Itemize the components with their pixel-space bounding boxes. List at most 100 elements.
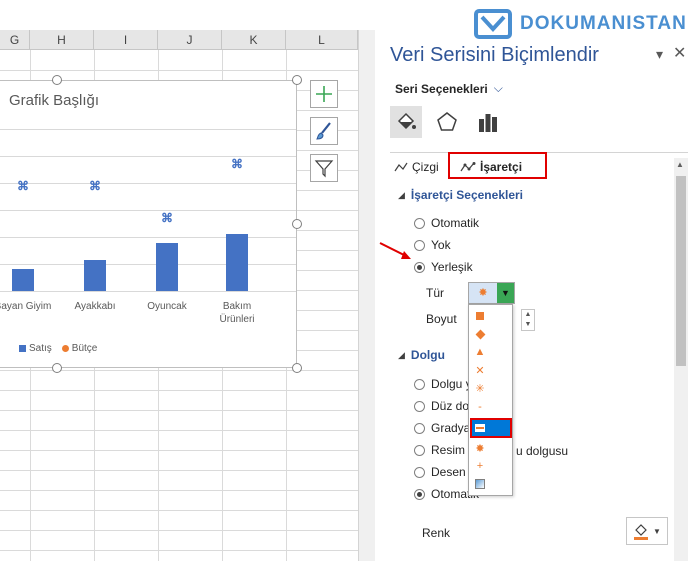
legend-label: Satış	[29, 343, 52, 354]
line-icon	[394, 162, 408, 172]
chart-area[interactable]: Grafik Başlığı ⌘ ⌘ ⌘ ⌘ Bayan Giyim Ayakkabı O…	[0, 80, 297, 368]
worksheet[interactable]: G H I J K L Grafik Başlığı ⌘ ⌘ ⌘ ⌘ Bayan Gi…	[0, 0, 358, 561]
diamond-marker-option[interactable]	[473, 327, 487, 341]
marker-butce-1[interactable]: ⌘	[89, 180, 101, 192]
radio-button[interactable]	[414, 400, 425, 412]
bar-satis-2[interactable]	[156, 243, 178, 291]
radio-pattern-fill[interactable]: Desen d	[414, 465, 476, 479]
radio-button-selected[interactable]	[414, 488, 425, 500]
color-picker-button[interactable]: ▼	[626, 517, 668, 545]
radio-button[interactable]	[414, 466, 425, 478]
bar-satis-1[interactable]	[84, 259, 106, 291]
grid-line	[0, 450, 358, 451]
square-marker-option[interactable]	[473, 309, 487, 323]
gridline	[0, 129, 296, 130]
vertical-scrollbar[interactable]	[358, 30, 375, 561]
radio-button[interactable]	[414, 422, 425, 434]
legend-swatch	[61, 345, 69, 352]
plus-marker-option[interactable]: +	[473, 459, 487, 473]
fill-heading: Dolgu	[410, 348, 445, 362]
paint-bucket-icon	[397, 112, 416, 130]
radio-label: Düz dol	[431, 399, 472, 413]
scroll-up-icon[interactable]: ▲	[676, 160, 684, 169]
gridline	[0, 183, 296, 184]
picture-marker-option[interactable]	[473, 477, 487, 491]
bar-satis-0[interactable]	[12, 268, 34, 291]
grid-line	[0, 430, 358, 431]
circle-marker-option[interactable]: ✸	[473, 441, 487, 455]
category-label: Ayakkabı	[74, 301, 116, 312]
chart-styles-button[interactable]	[310, 117, 338, 145]
selected-marker-option[interactable]	[470, 418, 512, 438]
marker-type-value-icon: ✸	[469, 283, 497, 303]
paint-bucket-icon	[634, 524, 649, 540]
category-label: Oyuncak	[147, 301, 187, 312]
grid-line	[0, 470, 358, 471]
series-options-label: Seri Seçenekleri	[395, 81, 488, 96]
effects-category[interactable]	[433, 108, 461, 136]
radio-picture-fill[interactable]: Resim y	[414, 443, 474, 457]
radio-button[interactable]	[414, 217, 425, 229]
chevron-down-icon[interactable]: ▼	[497, 283, 514, 303]
brand-logo: DOKUMANISTAN	[474, 4, 690, 42]
column-header-h[interactable]: H	[30, 30, 94, 50]
resize-handle[interactable]	[52, 363, 62, 373]
tab-marker[interactable]: İşaretçi	[460, 160, 522, 174]
pane-title: Veri Serisini Biçimlendir	[390, 44, 599, 66]
marker-type-dropdown-list[interactable]: ▲ ✕ ✳ - ✸ +	[468, 304, 513, 496]
chart-elements-button[interactable]	[310, 80, 338, 108]
chart-title[interactable]: Grafik Başlığı	[9, 92, 99, 109]
grid-line	[0, 70, 358, 71]
fill-line-category[interactable]	[390, 106, 422, 138]
color-label: Renk	[422, 526, 451, 540]
column-header-l[interactable]: L	[286, 30, 358, 50]
size-spinner[interactable]: ▲ ▼	[521, 309, 535, 331]
marker-type-select[interactable]: ✸ ▼	[468, 282, 515, 304]
tab-line[interactable]: Çizgi	[394, 160, 439, 174]
series-options-dropdown[interactable]: Seri Seçenekleri ⌵	[395, 81, 503, 96]
scrollbar-thumb[interactable]	[676, 176, 686, 366]
column-header-g[interactable]: G	[0, 30, 30, 50]
radio-button[interactable]	[414, 378, 425, 390]
radio-automatic[interactable]: Otomatik	[414, 216, 479, 230]
tab-marker-label: İşaretçi	[480, 160, 523, 174]
filter-icon	[314, 160, 334, 178]
resize-handle[interactable]	[292, 219, 302, 229]
type-label: Tür	[426, 286, 444, 300]
legend-label: Bütçe	[71, 343, 98, 354]
resize-handle[interactable]	[292, 363, 302, 373]
marker-butce-3[interactable]: ⌘	[231, 158, 243, 170]
resize-handle[interactable]	[52, 75, 62, 85]
pane-scrollbar[interactable]: ▲	[674, 158, 688, 561]
series-options-category[interactable]	[474, 108, 502, 136]
chart-filters-button[interactable]	[310, 154, 338, 182]
gridline	[0, 264, 296, 265]
radio-builtin[interactable]: Yerleşik	[414, 260, 473, 274]
radio-button[interactable]	[414, 444, 425, 456]
resize-handle[interactable]	[292, 75, 302, 85]
radio-gradient-fill[interactable]: Gradya	[414, 421, 470, 435]
triangle-marker-option[interactable]: ▲	[473, 345, 487, 359]
column-header-k[interactable]: K	[222, 30, 286, 50]
grid-line	[0, 390, 358, 391]
collapse-triangle-icon: ◢	[398, 189, 405, 200]
marker-butce-0[interactable]: ⌘	[17, 180, 29, 192]
pane-options-icon[interactable]: ▾	[656, 46, 663, 63]
column-header-j[interactable]: J	[158, 30, 222, 50]
gridline	[0, 210, 296, 211]
bar-satis-3[interactable]	[226, 234, 248, 291]
marker-butce-2[interactable]: ⌘	[161, 212, 173, 224]
chart-legend[interactable]: Satış Bütçe	[19, 343, 97, 354]
star-marker-option[interactable]: ✳	[473, 381, 487, 395]
radio-solid-fill[interactable]: Düz dol	[414, 399, 472, 413]
x-marker-option[interactable]: ✕	[473, 363, 487, 377]
short-dash-marker-option[interactable]: -	[473, 400, 487, 414]
radio-label: Yok	[431, 238, 451, 252]
marker-options-section[interactable]: ◢ İşaretçi Seçenekleri	[398, 188, 523, 202]
marker-options-heading: İşaretçi Seçenekleri	[410, 188, 523, 202]
radio-none[interactable]: Yok	[414, 238, 451, 252]
column-header-i[interactable]: I	[94, 30, 158, 50]
radio-no-fill[interactable]: Dolgu y	[414, 377, 472, 391]
fill-section[interactable]: ◢ Dolgu	[398, 348, 445, 362]
close-icon[interactable]: ✕	[673, 43, 686, 63]
